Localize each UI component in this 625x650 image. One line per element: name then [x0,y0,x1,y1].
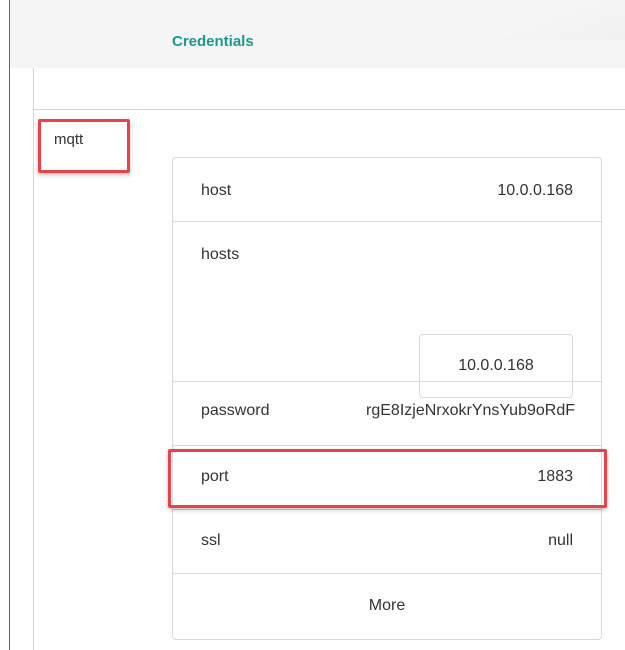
credential-row-ssl: ssl null [173,510,601,574]
credentials-card: host 10.0.0.168 hosts 10.0.0.168 passwor… [172,157,602,640]
hosts-item-value: 10.0.0.168 [458,357,534,374]
service-name-highlight [38,119,130,173]
credential-row-hosts: hosts 10.0.0.168 [173,222,601,398]
outer-left-border [9,0,10,650]
credential-row-host: host 10.0.0.168 [173,158,601,222]
hosts-key: hosts [201,246,240,263]
credential-row-password: password rgE8IzjeNrxokrYnsYub9oRdF [173,382,601,446]
ssl-value: null [548,532,573,549]
password-value: rgE8IzjeNrxokrYnsYub9oRdF [366,402,575,419]
corner-shadow [505,0,625,40]
ssl-key: ssl [201,532,221,549]
credentials-panel: Credentials mqtt host 10.0.0.168 hosts 1… [0,0,625,650]
port-row-highlight [168,449,607,508]
page-title: Credentials [172,33,254,50]
header-divider [34,109,625,110]
host-key: host [201,182,232,199]
host-value: 10.0.0.168 [497,182,573,199]
inner-left-border [33,68,34,650]
more-button[interactable]: More [173,574,601,638]
password-key: password [201,402,270,419]
